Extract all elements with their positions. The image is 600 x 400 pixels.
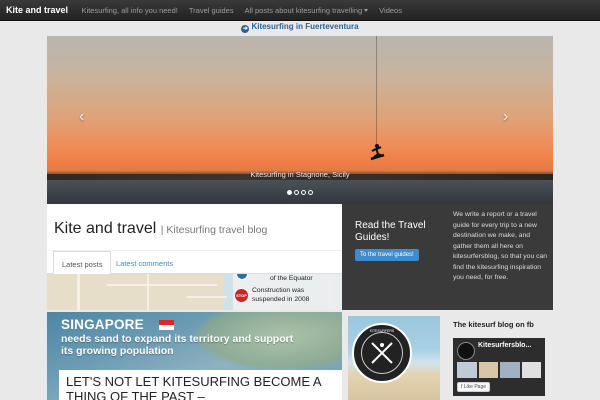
page: Kite and travel Kitesurfing, all info yo… bbox=[0, 0, 600, 400]
article-title-box: LET'S NOT LET KITESURFING BECOME A THING… bbox=[59, 370, 342, 400]
fuerteventura-link[interactable]: ➔ Kitesurfing in Fuerteventura bbox=[0, 22, 600, 36]
carousel-prev-icon[interactable]: ‹ bbox=[79, 108, 84, 126]
fuerteventura-link-label: Kitesurfing in Fuerteventura bbox=[251, 22, 359, 31]
facebook-page-widget[interactable]: Kitesurfersblo... f Like Page bbox=[453, 338, 545, 396]
facebook-widget-title: The kitesurf blog on fb bbox=[453, 320, 534, 329]
kite-line bbox=[376, 36, 377, 146]
nav-item-travel-guides[interactable]: Travel guides bbox=[183, 6, 239, 15]
site-header-panel: Kite and travel | Kitesurfing travel blo… bbox=[47, 204, 342, 275]
facebook-like-label: Like Page bbox=[463, 384, 487, 390]
crossed-paddles-icon bbox=[371, 342, 393, 364]
map-text-equator: of the Equator bbox=[270, 275, 313, 282]
nav-item-all-posts-dropdown[interactable]: All posts about kitesurfing travelling bbox=[239, 6, 374, 15]
singapore-subtitle: needs sand to expand its territory and s… bbox=[61, 333, 294, 357]
tab-latest-comments[interactable]: Latest comments bbox=[116, 259, 173, 268]
singapore-title: SINGAPORE bbox=[61, 317, 144, 332]
singapore-flag-icon bbox=[159, 320, 174, 330]
map-road bbox=[107, 284, 217, 286]
tab-latest-posts[interactable]: Latest posts bbox=[53, 251, 112, 275]
facebook-photo-strip bbox=[457, 362, 541, 378]
kitesurfer-silhouette bbox=[370, 144, 385, 161]
hero-carousel: ‹ › Kitesurfing in Stagnone, Sicily bbox=[47, 36, 553, 204]
travel-guides-button[interactable]: To the travel guides! bbox=[355, 249, 419, 261]
carousel-indicator-1[interactable] bbox=[287, 190, 292, 195]
map-road bbox=[147, 274, 149, 310]
carousel-indicator-2[interactable] bbox=[294, 190, 299, 195]
nav-item-all-posts-label: All posts about kitesurfing travelling bbox=[244, 5, 363, 15]
map-road bbox=[187, 296, 227, 298]
kitesurfers-badge-photo[interactable]: KITESURFERS bbox=[348, 316, 440, 400]
facebook-page-avatar bbox=[457, 342, 475, 360]
map-post-image[interactable]: of the Equator STOP Construction was sus… bbox=[47, 274, 342, 310]
site-title-text: Kite and travel bbox=[54, 220, 157, 237]
site-tagline: | Kitesurfing travel blog bbox=[160, 224, 268, 236]
guides-description: We write a report or a travel guide for … bbox=[453, 211, 548, 281]
carousel-caption: Kitesurfing in Stagnone, Sicily bbox=[250, 170, 350, 179]
map-text-construction: Construction was bbox=[252, 287, 305, 294]
arrow-circle-icon: ➔ bbox=[241, 25, 250, 33]
kitesurfers-logo-badge: KITESURFERS bbox=[352, 323, 412, 383]
facebook-page-name[interactable]: Kitesurfersblo... bbox=[478, 342, 531, 350]
carousel-indicators bbox=[47, 182, 553, 200]
brand-link[interactable]: Kite and travel bbox=[0, 5, 76, 15]
carousel-indicator-4[interactable] bbox=[308, 190, 313, 195]
nav-item-videos[interactable]: Videos bbox=[374, 6, 408, 15]
nav-item-kitesurfing-info[interactable]: Kitesurfing, all info you need! bbox=[76, 6, 183, 15]
guides-title: Read the Travel Guides! bbox=[355, 220, 426, 243]
map-road bbox=[77, 274, 80, 310]
caret-down-icon bbox=[364, 9, 369, 13]
carousel-next-icon[interactable]: › bbox=[503, 108, 508, 126]
travel-guides-panel: Read the Travel Guides! To the travel gu… bbox=[342, 204, 553, 310]
map-text-suspended: suspended in 2008 bbox=[252, 296, 310, 303]
top-navbar: Kite and travel Kitesurfing, all info yo… bbox=[0, 0, 600, 21]
article-title-link[interactable]: LET'S NOT LET KITESURFING BECOME A THING… bbox=[66, 374, 342, 400]
stop-sign-icon: STOP bbox=[235, 289, 248, 302]
post-tabs: Latest posts Latest comments bbox=[47, 250, 342, 275]
carousel-indicator-3[interactable] bbox=[301, 190, 306, 195]
site-title[interactable]: Kite and travel | Kitesurfing travel blo… bbox=[54, 220, 267, 238]
facebook-like-button[interactable]: f Like Page bbox=[457, 382, 491, 392]
